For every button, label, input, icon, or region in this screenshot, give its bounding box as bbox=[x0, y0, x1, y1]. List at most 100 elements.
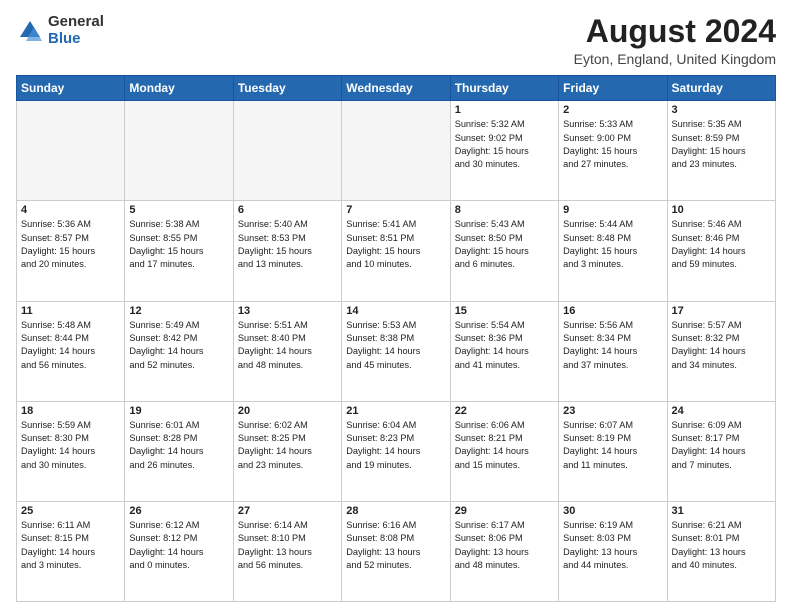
day-cell: 22 Sunrise: 6:06 AM Sunset: 8:21 PM Dayli… bbox=[450, 401, 558, 501]
day-cell: 30 Sunrise: 6:19 AM Sunset: 8:03 PM Dayli… bbox=[559, 501, 667, 601]
day-number: 28 bbox=[346, 505, 445, 517]
logo-icon bbox=[16, 17, 44, 45]
day-info: Sunrise: 5:48 AM Sunset: 8:44 PM Dayligh… bbox=[21, 319, 120, 372]
header: General Blue August 2024 Eyton, England,… bbox=[16, 14, 776, 67]
day-number: 25 bbox=[21, 505, 120, 517]
day-info: Sunrise: 6:21 AM Sunset: 8:01 PM Dayligh… bbox=[672, 519, 771, 572]
logo-general: General bbox=[48, 13, 104, 30]
day-cell: 15Sunrise: 5:54 AM Sunset: 8:36 PM Dayli… bbox=[450, 301, 558, 401]
day-header-wednesday: Wednesday bbox=[342, 76, 450, 101]
day-cell: 3 Sunrise: 5:35 AM Sunset: 8:59 PM Daylig… bbox=[667, 101, 775, 201]
day-number: 21 bbox=[346, 405, 445, 417]
day-info: Sunrise: 6:07 AM Sunset: 8:19 PM Dayligh… bbox=[563, 419, 662, 472]
day-header-thursday: Thursday bbox=[450, 76, 558, 101]
page: General Blue August 2024 Eyton, England,… bbox=[0, 0, 792, 612]
day-cell: 2 Sunrise: 5:33 AM Sunset: 9:00 PM Daylig… bbox=[559, 101, 667, 201]
location: Eyton, England, United Kingdom bbox=[574, 51, 776, 67]
day-info: Sunrise: 5:51 AM Sunset: 8:40 PM Dayligh… bbox=[238, 319, 337, 372]
week-row-5: 25 Sunrise: 6:11 AM Sunset: 8:15 PM Dayli… bbox=[17, 501, 776, 601]
day-header-monday: Monday bbox=[125, 76, 233, 101]
day-info: Sunrise: 5:35 AM Sunset: 8:59 PM Dayligh… bbox=[672, 118, 771, 171]
day-info: Sunrise: 5:56 AM Sunset: 8:34 PM Dayligh… bbox=[563, 319, 662, 372]
day-cell: 29 Sunrise: 6:17 AM Sunset: 8:06 PM Dayli… bbox=[450, 501, 558, 601]
day-cell: 13 Sunrise: 5:51 AM Sunset: 8:40 PM Dayli… bbox=[233, 301, 341, 401]
day-number: 31 bbox=[672, 505, 771, 517]
day-number: 7 bbox=[346, 204, 445, 216]
day-info: Sunrise: 6:04 AM Sunset: 8:23 PM Dayligh… bbox=[346, 419, 445, 472]
day-cell: 26Sunrise: 6:12 AM Sunset: 8:12 PM Dayli… bbox=[125, 501, 233, 601]
day-cell: 5 Sunrise: 5:38 AM Sunset: 8:55 PM Daylig… bbox=[125, 201, 233, 301]
day-number: 4 bbox=[21, 204, 120, 216]
day-cell: 6Sunrise: 5:40 AM Sunset: 8:53 PM Daylig… bbox=[233, 201, 341, 301]
day-cell: 4 Sunrise: 5:36 AM Sunset: 8:57 PM Daylig… bbox=[17, 201, 125, 301]
day-cell: 19 Sunrise: 6:01 AM Sunset: 8:28 PM Dayli… bbox=[125, 401, 233, 501]
day-info: Sunrise: 5:38 AM Sunset: 8:55 PM Dayligh… bbox=[129, 218, 228, 271]
day-cell: 8 Sunrise: 5:43 AM Sunset: 8:50 PM Daylig… bbox=[450, 201, 558, 301]
day-number: 13 bbox=[238, 305, 337, 317]
day-info: Sunrise: 6:01 AM Sunset: 8:28 PM Dayligh… bbox=[129, 419, 228, 472]
day-number: 5 bbox=[129, 204, 228, 216]
day-number: 20 bbox=[238, 405, 337, 417]
day-number: 29 bbox=[455, 505, 554, 517]
day-info: Sunrise: 5:44 AM Sunset: 8:48 PM Dayligh… bbox=[563, 218, 662, 271]
day-info: Sunrise: 6:14 AM Sunset: 8:10 PM Dayligh… bbox=[238, 519, 337, 572]
day-header-saturday: Saturday bbox=[667, 76, 775, 101]
day-cell: 27 Sunrise: 6:14 AM Sunset: 8:10 PM Dayli… bbox=[233, 501, 341, 601]
day-number: 12 bbox=[129, 305, 228, 317]
day-cell: 9 Sunrise: 5:44 AM Sunset: 8:48 PM Daylig… bbox=[559, 201, 667, 301]
day-cell: 28 Sunrise: 6:16 AM Sunset: 8:08 PM Dayli… bbox=[342, 501, 450, 601]
day-info: Sunrise: 6:02 AM Sunset: 8:25 PM Dayligh… bbox=[238, 419, 337, 472]
day-header-sunday: Sunday bbox=[17, 76, 125, 101]
day-info: Sunrise: 5:33 AM Sunset: 9:00 PM Dayligh… bbox=[563, 118, 662, 171]
calendar: SundayMondayTuesdayWednesdayThursdayFrid… bbox=[16, 75, 776, 602]
day-info: Sunrise: 6:06 AM Sunset: 8:21 PM Dayligh… bbox=[455, 419, 554, 472]
day-number: 9 bbox=[563, 204, 662, 216]
day-cell bbox=[233, 101, 341, 201]
day-info: Sunrise: 5:43 AM Sunset: 8:50 PM Dayligh… bbox=[455, 218, 554, 271]
day-number: 26 bbox=[129, 505, 228, 517]
day-cell bbox=[125, 101, 233, 201]
day-number: 14 bbox=[346, 305, 445, 317]
day-cell: 12 Sunrise: 5:49 AM Sunset: 8:42 PM Dayli… bbox=[125, 301, 233, 401]
day-cell: 20 Sunrise: 6:02 AM Sunset: 8:25 PM Dayli… bbox=[233, 401, 341, 501]
day-cell: 24Sunrise: 6:09 AM Sunset: 8:17 PM Dayli… bbox=[667, 401, 775, 501]
day-number: 19 bbox=[129, 405, 228, 417]
day-number: 10 bbox=[672, 204, 771, 216]
day-info: Sunrise: 5:32 AM Sunset: 9:02 PM Dayligh… bbox=[455, 118, 554, 171]
day-cell: 7Sunrise: 5:41 AM Sunset: 8:51 PM Daylig… bbox=[342, 201, 450, 301]
day-info: Sunrise: 5:46 AM Sunset: 8:46 PM Dayligh… bbox=[672, 218, 771, 271]
day-cell: 11Sunrise: 5:48 AM Sunset: 8:44 PM Dayli… bbox=[17, 301, 125, 401]
week-row-1: 1Sunrise: 5:32 AM Sunset: 9:02 PM Daylig… bbox=[17, 101, 776, 201]
day-number: 6 bbox=[238, 204, 337, 216]
day-cell: 16Sunrise: 5:56 AM Sunset: 8:34 PM Dayli… bbox=[559, 301, 667, 401]
day-info: Sunrise: 6:19 AM Sunset: 8:03 PM Dayligh… bbox=[563, 519, 662, 572]
month-title: August 2024 bbox=[574, 14, 776, 49]
day-number: 23 bbox=[563, 405, 662, 417]
day-number: 24 bbox=[672, 405, 771, 417]
day-cell: 17 Sunrise: 5:57 AM Sunset: 8:32 PM Dayli… bbox=[667, 301, 775, 401]
day-number: 30 bbox=[563, 505, 662, 517]
day-number: 2 bbox=[563, 104, 662, 116]
day-info: Sunrise: 6:11 AM Sunset: 8:15 PM Dayligh… bbox=[21, 519, 120, 572]
day-header-friday: Friday bbox=[559, 76, 667, 101]
day-number: 27 bbox=[238, 505, 337, 517]
day-info: Sunrise: 5:59 AM Sunset: 8:30 PM Dayligh… bbox=[21, 419, 120, 472]
week-row-3: 11Sunrise: 5:48 AM Sunset: 8:44 PM Dayli… bbox=[17, 301, 776, 401]
day-number: 3 bbox=[672, 104, 771, 116]
day-cell: 18Sunrise: 5:59 AM Sunset: 8:30 PM Dayli… bbox=[17, 401, 125, 501]
day-info: Sunrise: 5:36 AM Sunset: 8:57 PM Dayligh… bbox=[21, 218, 120, 271]
day-info: Sunrise: 5:57 AM Sunset: 8:32 PM Dayligh… bbox=[672, 319, 771, 372]
day-cell: 14Sunrise: 5:53 AM Sunset: 8:38 PM Dayli… bbox=[342, 301, 450, 401]
week-row-4: 18Sunrise: 5:59 AM Sunset: 8:30 PM Dayli… bbox=[17, 401, 776, 501]
day-number: 15 bbox=[455, 305, 554, 317]
day-info: Sunrise: 6:16 AM Sunset: 8:08 PM Dayligh… bbox=[346, 519, 445, 572]
header-row: SundayMondayTuesdayWednesdayThursdayFrid… bbox=[17, 76, 776, 101]
day-info: Sunrise: 6:17 AM Sunset: 8:06 PM Dayligh… bbox=[455, 519, 554, 572]
day-number: 17 bbox=[672, 305, 771, 317]
day-number: 8 bbox=[455, 204, 554, 216]
day-cell bbox=[17, 101, 125, 201]
day-header-tuesday: Tuesday bbox=[233, 76, 341, 101]
logo-blue: Blue bbox=[48, 30, 81, 47]
day-info: Sunrise: 5:49 AM Sunset: 8:42 PM Dayligh… bbox=[129, 319, 228, 372]
day-number: 22 bbox=[455, 405, 554, 417]
